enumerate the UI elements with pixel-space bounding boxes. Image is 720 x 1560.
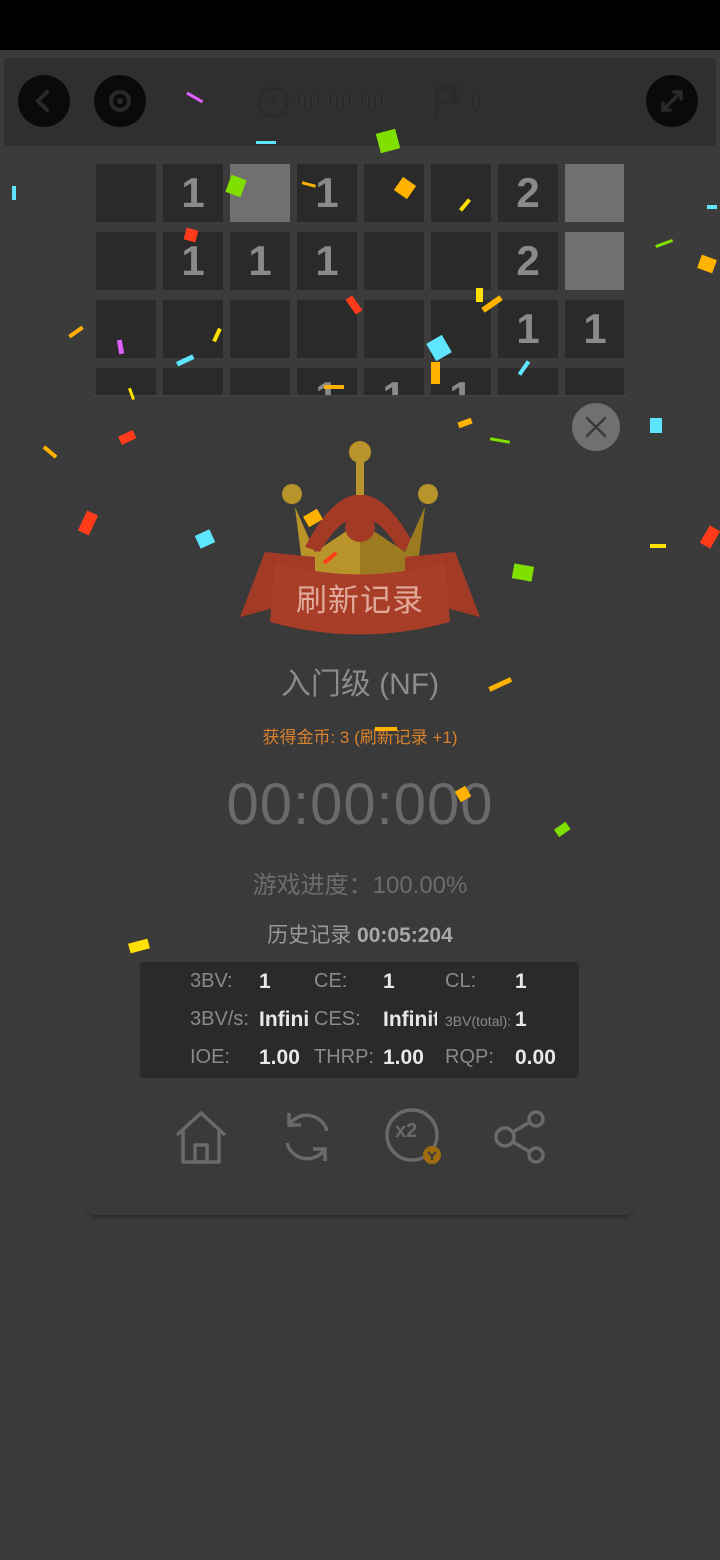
- stat-label-3bv: 3BV:: [190, 970, 233, 992]
- board-cell[interactable]: [96, 232, 156, 290]
- history-label: 历史记录: [267, 924, 352, 947]
- stat-label-ioe: IOE:: [190, 1046, 231, 1068]
- back-button[interactable]: [18, 75, 70, 127]
- clock-icon: [257, 86, 289, 118]
- board-cell[interactable]: [498, 368, 558, 398]
- stat-value-ce: 1: [383, 970, 395, 993]
- board-cell[interactable]: 1: [431, 368, 491, 398]
- board-cell[interactable]: [364, 300, 424, 358]
- double-coins-button[interactable]: x2: [382, 1105, 446, 1169]
- board-cell[interactable]: 1: [565, 300, 624, 358]
- board-cell[interactable]: [163, 368, 223, 398]
- board-cell[interactable]: 1: [297, 164, 357, 222]
- stat-value-ces: Infinit: [383, 1008, 437, 1031]
- stat-value-ioe: 1.00: [259, 1046, 300, 1069]
- minefield-board[interactable]: 112111211111: [96, 164, 624, 398]
- difficulty-level: 入门级 (NF): [280, 668, 440, 701]
- coins-earned: 获得金币: 3 (刷新记录 +1): [262, 728, 458, 747]
- board-cell[interactable]: 1: [297, 368, 357, 398]
- board-cell[interactable]: [297, 300, 357, 358]
- stat-value-cl: 1: [515, 970, 527, 993]
- board-cell[interactable]: [163, 300, 223, 358]
- flag-count: 0: [470, 89, 483, 114]
- stat-label-ces: CES:: [314, 1008, 361, 1030]
- board-cell[interactable]: 1: [297, 232, 357, 290]
- gear-icon: [109, 90, 131, 112]
- board-cell[interactable]: 2: [498, 164, 558, 222]
- top-timer-value: 00:00:00: [296, 89, 385, 114]
- restart-button[interactable]: [275, 1105, 339, 1169]
- double-coins-label: x2: [395, 1120, 418, 1142]
- game-toolbar: 00:00:00 0: [4, 58, 716, 146]
- board-cell[interactable]: 1: [163, 164, 223, 222]
- close-icon: [585, 416, 607, 438]
- board-cell[interactable]: [96, 164, 156, 222]
- board-cell[interactable]: [431, 164, 491, 222]
- status-bar: [0, 0, 720, 50]
- share-icon: [494, 1110, 545, 1164]
- settings-button[interactable]: [94, 75, 146, 127]
- board-cell[interactable]: [431, 300, 491, 358]
- record-dialog: 刷新记录 入门级 (NF) 获得金币: 3 (刷新记录 +1) 00:00:00…: [89, 397, 631, 1215]
- game-progress: 游戏进度：100.00%: [252, 872, 468, 899]
- refresh-icon: [285, 1113, 329, 1161]
- stat-value-3bv: 1: [259, 970, 271, 993]
- board-cell[interactable]: [96, 300, 156, 358]
- top-timer: 00:00:00: [256, 82, 384, 122]
- history-record: 历史记录 00:05:204: [89, 919, 631, 949]
- expand-icon: [661, 90, 683, 112]
- board-cell[interactable]: 1: [163, 232, 223, 290]
- board-cell[interactable]: [431, 232, 491, 290]
- stat-label-cl: CL:: [445, 970, 477, 992]
- board-cell[interactable]: 2: [498, 232, 558, 290]
- stat-value-rqp: 0.00: [515, 1046, 556, 1069]
- board-cell[interactable]: 1: [498, 300, 558, 358]
- flag-icon: [435, 86, 462, 118]
- board-cell[interactable]: 1: [364, 368, 424, 398]
- stat-label-rqp: RQP:: [445, 1046, 494, 1068]
- stat-label-3bv-total: 3BV(total):: [445, 1013, 512, 1029]
- covered-cell[interactable]: [565, 232, 624, 290]
- board-cell[interactable]: [96, 368, 156, 398]
- covered-cell[interactable]: [565, 164, 624, 222]
- board-cell[interactable]: [364, 232, 424, 290]
- stat-label-3bvs: 3BV/s:: [190, 1008, 249, 1030]
- finish-time: 00:00:000: [226, 772, 494, 837]
- board-cell[interactable]: 1: [230, 232, 290, 290]
- board-cell[interactable]: [565, 368, 624, 398]
- history-value: 00:05:204: [357, 924, 453, 947]
- fullscreen-button[interactable]: [646, 75, 698, 127]
- home-icon: [175, 1111, 227, 1164]
- close-button[interactable]: [572, 403, 620, 451]
- stat-value-3bvs: Infini: [259, 1008, 309, 1031]
- board-cell[interactable]: [364, 164, 424, 222]
- stat-label-ce: CE:: [314, 970, 348, 992]
- share-button[interactable]: [489, 1105, 553, 1169]
- board-cell[interactable]: [230, 368, 290, 398]
- new-record-badge: 刷新记录: [296, 583, 424, 618]
- flag-counter: 0: [432, 82, 482, 122]
- back-arrow-icon: [35, 90, 49, 112]
- home-button[interactable]: [169, 1105, 233, 1169]
- stat-value-3bv-total: 1: [515, 1008, 527, 1031]
- stat-value-thrp: 1.00: [383, 1046, 424, 1069]
- board-cell[interactable]: [230, 300, 290, 358]
- stats-panel: 3BV: 1 CE: 1 CL: 1 3BV/s: Infini CES: In…: [140, 962, 579, 1078]
- stat-label-thrp: THRP:: [314, 1046, 374, 1068]
- covered-cell[interactable]: [230, 164, 290, 222]
- action-bar: x2: [169, 1105, 553, 1169]
